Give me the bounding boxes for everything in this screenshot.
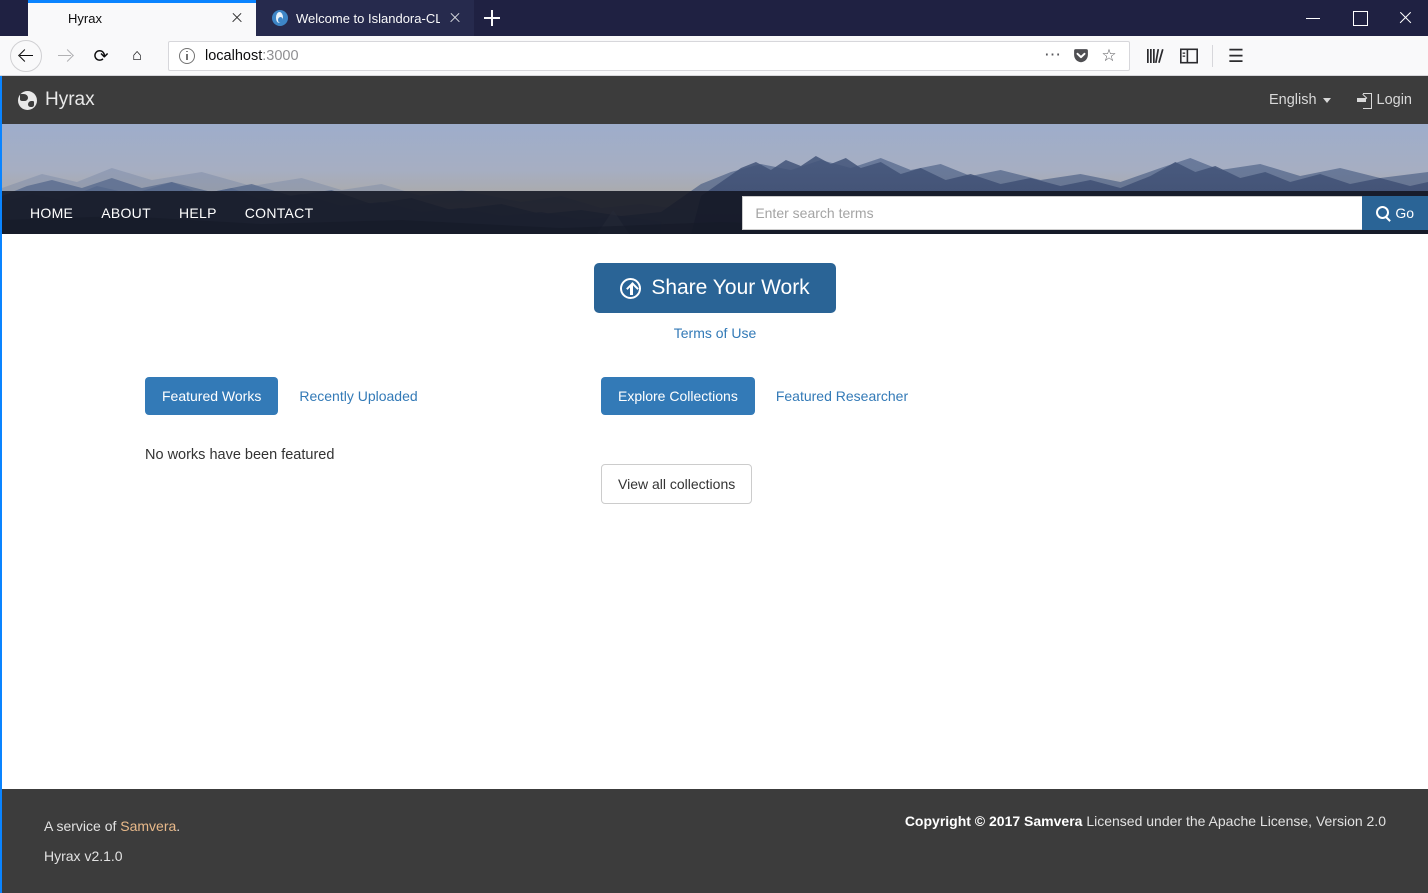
reload-icon: ⟳ <box>93 45 109 66</box>
featured-works-empty-message: No works have been featured <box>145 447 335 463</box>
collections-tabs: Explore Collections Featured Researcher <box>601 377 1172 415</box>
main-menu: HOME ABOUT HELP CONTACT <box>16 205 327 221</box>
footer-version: Hyrax v2.1.0 <box>44 848 123 864</box>
menu-item-home[interactable]: HOME <box>16 205 87 221</box>
url-port: :3000 <box>262 47 299 64</box>
copyright-year: Copyright © 2017 <box>904 813 1021 829</box>
brand-label: Hyrax <box>45 89 95 110</box>
chevron-down-icon <box>1322 97 1331 103</box>
url-bar[interactable]: localhost:3000 ⋯ ☆ <box>168 40 1130 71</box>
featured-works-tabs: Featured Works Recently Uploaded <box>145 377 587 415</box>
forward-button[interactable] <box>48 39 82 73</box>
login-label: Login <box>1376 92 1412 108</box>
upload-icon <box>620 277 642 299</box>
share-section: Share Your Work Terms of Use <box>2 234 1428 341</box>
hamburger-menu-icon[interactable]: ☰ <box>1219 39 1253 73</box>
footer-copyright: Copyright © 2017 Samvera Licensed under … <box>905 811 1386 829</box>
tab-strip: Hyrax Welcome to Islandora-CLAW | I <box>0 0 508 36</box>
home-icon: ⌂ <box>132 46 142 64</box>
site-navbar: Hyrax English Login <box>2 76 1428 124</box>
close-window-icon[interactable] <box>1382 0 1428 36</box>
menu-item-contact[interactable]: CONTACT <box>231 205 328 221</box>
language-label: English <box>1268 92 1317 108</box>
copyright-license: Licensed under the Apache License, Versi… <box>1082 813 1386 829</box>
samvera-link[interactable]: Samvera <box>120 818 176 834</box>
bookmark-star-icon[interactable]: ☆ <box>1095 42 1123 70</box>
browser-titlebar: Hyrax Welcome to Islandora-CLAW | I <box>0 0 1428 36</box>
reload-button[interactable]: ⟳ <box>84 39 118 73</box>
back-button[interactable] <box>10 39 42 72</box>
terms-of-use-link[interactable]: Terms of Use <box>2 325 1428 341</box>
share-label: Share Your Work <box>651 276 810 299</box>
tab-close-icon[interactable] <box>228 9 246 27</box>
menu-item-about[interactable]: ABOUT <box>87 205 165 221</box>
url-bar-actions: ⋯ ☆ <box>1039 42 1129 70</box>
share-your-work-button[interactable]: Share Your Work <box>594 263 836 313</box>
browser-window: Hyrax Welcome to Islandora-CLAW | I <box>0 0 1428 893</box>
maximize-icon[interactable] <box>1336 0 1382 36</box>
featured-works-panel: Featured Works Recently Uploaded No work… <box>2 377 587 504</box>
browser-toolbar: ⟳ ⌂ localhost:3000 ⋯ ☆ ☰ <box>0 36 1428 76</box>
new-tab-button[interactable] <box>476 3 508 33</box>
tab-favicon-placeholder <box>44 10 60 26</box>
minimize-icon[interactable] <box>1290 0 1336 36</box>
tab-title: Hyrax <box>68 10 102 26</box>
search-go-button[interactable]: Go <box>1362 195 1428 230</box>
toolbar-divider <box>1212 44 1213 67</box>
tab-close-icon[interactable] <box>446 9 464 27</box>
tab-explore-collections[interactable]: Explore Collections <box>601 377 755 415</box>
globe-icon <box>18 90 37 110</box>
toolbar-right-actions: ☰ <box>1138 39 1253 73</box>
home-columns: Featured Works Recently Uploaded No work… <box>2 377 1428 504</box>
copyright-org: Samvera <box>1024 813 1083 829</box>
tab-recently-uploaded[interactable]: Recently Uploaded <box>282 377 434 415</box>
footer-service-prefix: A service of <box>44 818 121 834</box>
pocket-icon[interactable] <box>1067 42 1095 70</box>
tab-title: Welcome to Islandora-CLAW | I <box>296 10 440 26</box>
search-icon <box>1376 206 1390 219</box>
footer-left: A service of Samvera. Hyrax v2.1.0 <box>44 811 180 871</box>
site-brand[interactable]: Hyrax <box>18 89 95 111</box>
view-all-collections-wrap: View all collections <box>601 464 1172 504</box>
footer-service-line: A service of Samvera. <box>44 811 180 841</box>
footer-service-suffix: . <box>176 818 181 834</box>
library-icon[interactable] <box>1138 39 1172 73</box>
url-text: localhost:3000 <box>205 48 299 64</box>
drupal-favicon-icon <box>272 10 288 26</box>
language-dropdown[interactable]: English <box>1269 92 1331 108</box>
site-menu-bar: HOME ABOUT HELP CONTACT Go <box>2 191 1428 234</box>
page-main-content: Share Your Work Terms of Use Featured Wo… <box>2 234 1428 789</box>
collections-panel: Explore Collections Featured Researcher … <box>587 377 1172 504</box>
browser-tab-hyrax[interactable]: Hyrax <box>28 0 256 36</box>
browser-tab-islandora[interactable]: Welcome to Islandora-CLAW | I <box>256 0 474 36</box>
forward-arrow-icon <box>58 49 72 63</box>
info-icon[interactable] <box>179 47 195 64</box>
search-form: Go <box>742 195 1428 230</box>
sign-in-icon <box>1356 93 1372 109</box>
sidebar-icon[interactable] <box>1172 39 1206 73</box>
login-link[interactable]: Login <box>1356 92 1412 109</box>
page-actions-button[interactable]: ⋯ <box>1039 42 1067 70</box>
tab-featured-works[interactable]: Featured Works <box>145 377 279 415</box>
back-arrow-icon <box>19 49 33 63</box>
page-viewport: Hyrax English Login HOME ABOUT HELP CONT… <box>0 76 1428 893</box>
go-label: Go <box>1395 204 1414 221</box>
search-input[interactable] <box>742 195 1363 230</box>
url-host: localhost <box>205 47 263 64</box>
view-all-collections-button[interactable]: View all collections <box>601 464 753 504</box>
navbar-right: English Login <box>1269 92 1412 109</box>
site-footer: A service of Samvera. Hyrax v2.1.0 Copyr… <box>2 789 1428 893</box>
tab-featured-researcher[interactable]: Featured Researcher <box>759 377 925 415</box>
menu-item-help[interactable]: HELP <box>165 205 231 221</box>
home-button[interactable]: ⌂ <box>120 39 154 73</box>
window-controls <box>1290 0 1428 36</box>
